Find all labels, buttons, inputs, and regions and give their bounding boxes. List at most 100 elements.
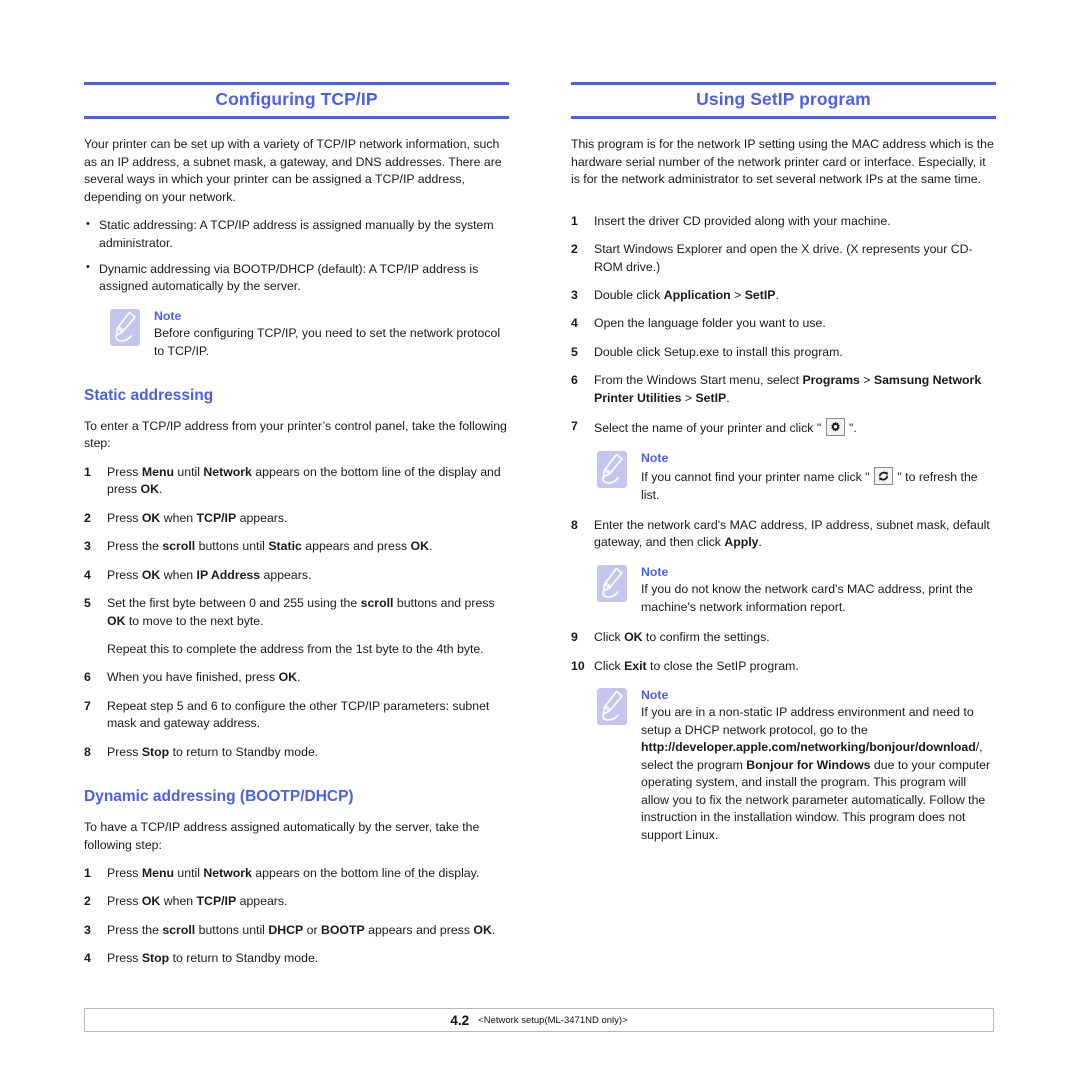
step-text: Press Menu until Network appears on the … (107, 464, 501, 497)
step-text: Repeat step 5 and 6 to configure the oth… (107, 698, 490, 731)
numbered-step: 2 Press OK when TCP/IP appears. (84, 893, 509, 910)
refresh-icon[interactable] (873, 467, 893, 486)
setip-steps-9-to-10: 9 Click OK to confirm the settings. 10 Clic… (571, 629, 996, 675)
note-text: Before configuring TCP/IP, you need to s… (154, 326, 501, 358)
list-item: Dynamic addressing via BOOTP/DHCP (defau… (84, 260, 509, 296)
note-text: If you do not know the network card's MA… (641, 582, 973, 614)
step-body: Set the first byte between 0 and 255 usi… (107, 595, 509, 658)
step-body: Press OK when TCP/IP appears. (107, 893, 509, 910)
step-number: 7 (84, 698, 91, 713)
static-intro-paragraph: To enter a TCP/IP address from your prin… (84, 418, 507, 451)
step-number: 8 (84, 744, 91, 759)
step-number: 1 (571, 213, 578, 228)
note-hand-icon (109, 308, 143, 348)
step-number: 2 (571, 242, 578, 257)
step-text: Double click Application > SetIP. (594, 287, 779, 302)
note-label: Note (641, 564, 669, 579)
numbered-step: 8 Enter the network card's MAC address, I… (571, 517, 996, 552)
step-body: Click Exit to close the SetIP program. (594, 658, 996, 675)
step-body: Press Stop to return to Standby mode. (107, 950, 509, 967)
step-text: Press Menu until Network appears on the … (107, 866, 480, 881)
step-body: From the Windows Start menu, select Prog… (594, 372, 996, 407)
step-number: 6 (571, 373, 578, 388)
setip-steps-1-to-7: 1 Insert the driver CD provided along wit… (571, 213, 996, 438)
numbered-step: 6 When you have finished, press OK. (84, 669, 509, 686)
gear-icon[interactable] (825, 418, 845, 437)
step-number: 3 (84, 539, 91, 554)
step-text: Set the first byte between 0 and 255 usi… (107, 596, 495, 628)
step-body: Press OK when IP Address appears. (107, 567, 509, 584)
dynamic-addressing-steps: 1 Press Menu until Network appears on the… (84, 865, 509, 968)
note-label: Note (641, 688, 669, 703)
step-text: Press the scroll buttons until Static ap… (107, 539, 433, 554)
dynamic-intro-paragraph: To have a TCP/IP address assigned automa… (84, 820, 480, 852)
step-number: 9 (571, 630, 578, 645)
step-text: When you have finished, press OK. (107, 670, 301, 685)
gear-icon-glyph (830, 421, 840, 432)
chapter-title: Using SetIP program (696, 89, 871, 109)
note-text: If you cannot find your printer name cli… (641, 467, 996, 504)
right-column: Using SetIP program This program is for … (571, 82, 996, 979)
section-heading-static-addressing: Static addressing (84, 387, 214, 405)
step-number: 3 (571, 287, 578, 302)
step-body: Start Windows Explorer and open the X dr… (594, 241, 996, 276)
static-addressing-steps: 1 Press Menu until Network appears on the… (84, 464, 509, 761)
step-text: Double click Setup.exe to install this p… (594, 344, 843, 359)
step-body: Double click Setup.exe to install this p… (594, 344, 996, 361)
step-text: Press OK when IP Address appears. (107, 567, 312, 582)
step-text: Press Stop to return to Standby mode. (107, 744, 319, 759)
chapter-heading-using-setip: Using SetIP program (571, 82, 996, 120)
two-column-layout: Configuring TCP/IP Your printer can be s… (84, 82, 996, 979)
note-block-bonjour: Note If you are in a non-static IP addre… (571, 687, 996, 844)
step-number: 5 (571, 344, 578, 359)
note-block-mac-address: Note If you do not know the network card… (571, 564, 996, 616)
step-number: 4 (571, 316, 578, 331)
step-body: Press the scroll buttons until Static ap… (107, 538, 509, 555)
numbered-step: 5 Set the first byte between 0 and 255 us… (84, 595, 509, 658)
step-number: 4 (84, 951, 91, 966)
step-text: Open the language folder you want to use… (594, 316, 826, 331)
step-body: Enter the network card's MAC address, IP… (594, 517, 996, 552)
numbered-step: 1 Press Menu until Network appears on the… (84, 865, 509, 882)
step-number: 10 (571, 658, 585, 673)
addressing-bullet-list: Static addressing: A TCP/IP address is a… (84, 217, 509, 296)
step-number: 5 (84, 596, 91, 611)
list-item: Static addressing: A TCP/IP address is a… (84, 217, 509, 252)
setip-intro-paragraph: This program is for the network IP setti… (571, 137, 994, 187)
step-body: Press Menu until Network appears on the … (107, 464, 509, 499)
numbered-step: 1 Insert the driver CD provided along wit… (571, 213, 996, 230)
step-number: 3 (84, 922, 91, 937)
intro-paragraph: Your printer can be set up with a variet… (84, 137, 502, 204)
chapter-title: Configuring TCP/IP (215, 89, 378, 109)
step-number: 1 (84, 866, 91, 881)
step-body: When you have finished, press OK. (107, 669, 509, 686)
left-column: Configuring TCP/IP Your printer can be s… (84, 82, 509, 979)
numbered-step: 8 Press Stop to return to Standby mode. (84, 744, 509, 761)
step-body: Press Menu until Network appears on the … (107, 865, 509, 882)
step-number: 1 (84, 464, 91, 479)
step-number: 4 (84, 567, 91, 582)
numbered-step: 3 Press the scroll buttons until DHCP or … (84, 922, 509, 939)
numbered-step: 4 Press OK when IP Address appears. (84, 567, 509, 584)
step-text: Start Windows Explorer and open the X dr… (594, 242, 973, 274)
note-hand-icon (596, 687, 630, 727)
step-text: Press the scroll buttons until DHCP or B… (107, 922, 496, 937)
numbered-step: 2 Press OK when TCP/IP appears. (84, 510, 509, 527)
setip-step-8: 8 Enter the network card's MAC address, I… (571, 517, 996, 552)
step-text: Press OK when TCP/IP appears. (107, 510, 288, 525)
step-body: Insert the driver CD provided along with… (594, 213, 996, 230)
numbered-step: 5 Double click Setup.exe to install this … (571, 344, 996, 361)
step-body: Press Stop to return to Standby mode. (107, 744, 509, 761)
note-hand-icon-glyph (597, 564, 627, 602)
note-hand-icon (596, 564, 630, 604)
step-text: Click Exit to close the SetIP program. (594, 658, 799, 673)
step-body: Open the language folder you want to use… (594, 315, 996, 332)
note-hand-icon (596, 450, 630, 490)
step-body: Press OK when TCP/IP appears. (107, 510, 509, 527)
step-continuation: Repeat this to complete the address from… (107, 642, 484, 657)
step-text: From the Windows Start menu, select Prog… (594, 373, 982, 405)
step-number: 2 (84, 894, 91, 909)
note-hand-icon-glyph (597, 688, 627, 726)
numbered-step: 7 Select the name of your printer and cli… (571, 418, 996, 437)
page-number: 4.2 (450, 1012, 470, 1028)
